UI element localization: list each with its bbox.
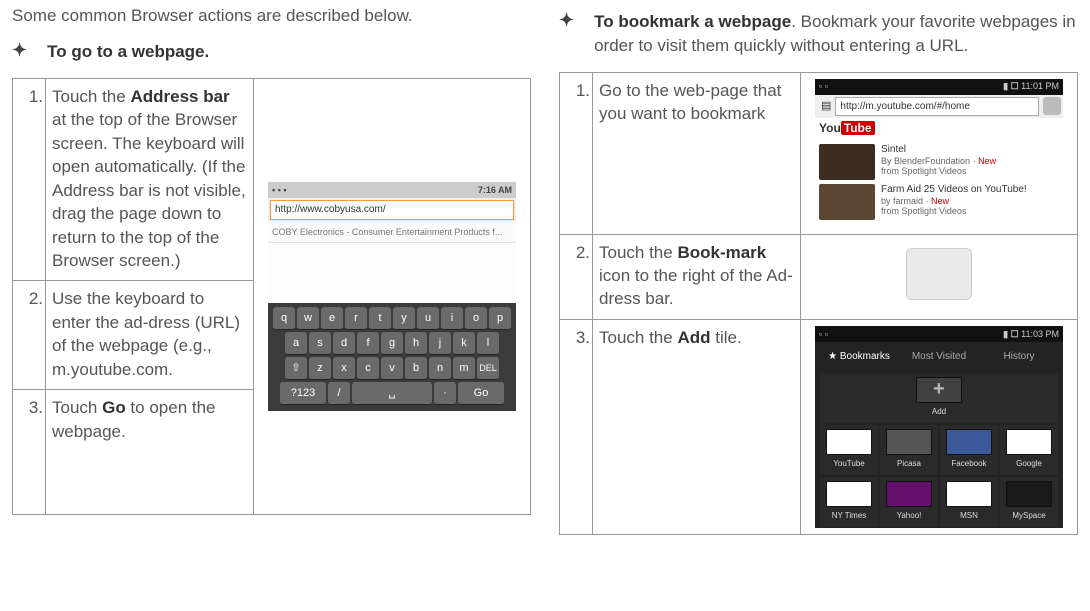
tile[interactable]: Facebook [940, 425, 998, 475]
address-bar[interactable]: ▤ http://m.youtube.com/#/home [815, 95, 1063, 119]
right-screenshot-1: ▫ ▫ ▮ ☐ 11:01 PM ▤ http://m.youtube.com/… [801, 72, 1078, 234]
key[interactable]: g [381, 332, 403, 355]
plus-icon: ✦ [12, 40, 27, 61]
tile[interactable]: Picasa [880, 425, 938, 475]
key[interactable]: t [369, 307, 391, 330]
bookmarks-grid: ★ Bookmarks Most Visited History Add You… [815, 342, 1063, 528]
step-text: Go to the web-page that you want to book… [593, 72, 801, 234]
right-screenshot-2 [801, 234, 1078, 319]
right-steps-table: 1. Go to the web-page that you want to b… [559, 72, 1078, 535]
key[interactable]: e [321, 307, 343, 330]
key[interactable]: h [405, 332, 427, 355]
key[interactable]: · [434, 382, 456, 405]
status-time: ▮ ☐ 11:01 PM [1003, 80, 1059, 92]
right-screenshot-3: ▫ ▫ ▮ ☐ 11:03 PM ★ Bookmarks Most Visite… [801, 319, 1078, 534]
key[interactable]: i [441, 307, 463, 330]
tile[interactable]: Yahoo! [880, 477, 938, 527]
status-icons: ▪ ▪ ▪ [272, 184, 287, 196]
tile[interactable]: YouTube [820, 425, 878, 475]
video-row[interactable]: Sintel By BlenderFoundation · New from S… [819, 144, 1059, 180]
symbol-key[interactable]: ?123 [280, 382, 326, 405]
key[interactable]: j [429, 332, 451, 355]
video-thumb [819, 184, 875, 220]
key[interactable]: u [417, 307, 439, 330]
key[interactable]: m [453, 357, 475, 380]
key[interactable]: b [405, 357, 427, 380]
page-subtitle: COBY Electronics - Consumer Entertainmen… [268, 222, 516, 243]
tab-history[interactable]: History [979, 348, 1059, 366]
go-key[interactable]: Go [458, 382, 504, 405]
status-time: 7:16 AM [478, 184, 512, 196]
key[interactable]: z [309, 357, 331, 380]
tab-bookmarks[interactable]: ★ Bookmarks [819, 348, 899, 366]
step-number: 3. [560, 319, 593, 534]
address-bar[interactable]: http://www.cobyusa.com/ [268, 198, 516, 222]
step-text: Touch the Book-mark icon to the right of… [593, 234, 801, 319]
left-heading: ✦ To go to a webpage. [12, 40, 531, 64]
space-key[interactable]: ␣ [352, 382, 432, 405]
shift-key[interactable]: ⇧ [285, 357, 307, 380]
key[interactable]: f [357, 332, 379, 355]
key[interactable]: q [273, 307, 295, 330]
step-number: 3. [13, 390, 46, 515]
step-text: Touch Go to open the webpage. [46, 390, 254, 515]
tile[interactable]: MySpace [1000, 477, 1058, 527]
step-text: Use the keyboard to enter the ad-dress (… [46, 281, 254, 390]
tile-add[interactable]: Add [820, 373, 1058, 423]
bookmark-icon[interactable] [1043, 97, 1061, 115]
video-thumb [819, 144, 875, 180]
key[interactable]: n [429, 357, 451, 380]
key[interactable]: r [345, 307, 367, 330]
step-number: 1. [13, 78, 46, 281]
key[interactable]: l [477, 332, 499, 355]
key[interactable]: a [285, 332, 307, 355]
status-time: ▮ ☐ 11:03 PM [1003, 328, 1059, 340]
plus-icon: ✦ [559, 10, 574, 31]
key[interactable]: s [309, 332, 331, 355]
status-icons: ▫ ▫ [819, 328, 828, 340]
step-number: 2. [13, 281, 46, 390]
keyboard[interactable]: q w e r t y u i o p [268, 303, 516, 411]
step-text: Touch the Add tile. [593, 319, 801, 534]
tab-most-visited[interactable]: Most Visited [899, 348, 979, 366]
step-number: 2. [560, 234, 593, 319]
right-heading: ✦ To bookmark a webpage. Bookmark your f… [559, 10, 1078, 58]
delete-key[interactable]: DEL [477, 357, 499, 380]
left-steps-table: 1. Touch the Address bar at the top of t… [12, 78, 531, 515]
key[interactable]: k [453, 332, 475, 355]
tile[interactable]: NY Times [820, 477, 878, 527]
left-screenshot: ▪ ▪ ▪ 7:16 AM http://www.cobyusa.com/ CO… [254, 78, 531, 514]
video-row[interactable]: Farm Aid 25 Videos on YouTube! by farmai… [819, 184, 1059, 220]
key[interactable]: / [328, 382, 350, 405]
step-number: 1. [560, 72, 593, 234]
step-text: Touch the Address bar at the top of the … [46, 78, 254, 281]
url-input[interactable]: http://www.cobyusa.com/ [270, 200, 514, 220]
key[interactable]: w [297, 307, 319, 330]
key[interactable]: d [333, 332, 355, 355]
page-icon: ▤ [821, 99, 831, 114]
status-icons: ▫ ▫ [819, 80, 828, 92]
key[interactable]: y [393, 307, 415, 330]
key[interactable]: o [465, 307, 487, 330]
tile[interactable]: Google [1000, 425, 1058, 475]
key[interactable]: p [489, 307, 511, 330]
key[interactable]: x [333, 357, 355, 380]
url-input[interactable]: http://m.youtube.com/#/home [835, 97, 1039, 117]
bookmark-button-icon[interactable] [906, 248, 972, 300]
key[interactable]: c [357, 357, 379, 380]
tile[interactable]: MSN [940, 477, 998, 527]
youtube-logo: YouTube [815, 118, 1063, 139]
intro-text: Some common Browser actions are describe… [12, 6, 531, 26]
key[interactable]: v [381, 357, 403, 380]
